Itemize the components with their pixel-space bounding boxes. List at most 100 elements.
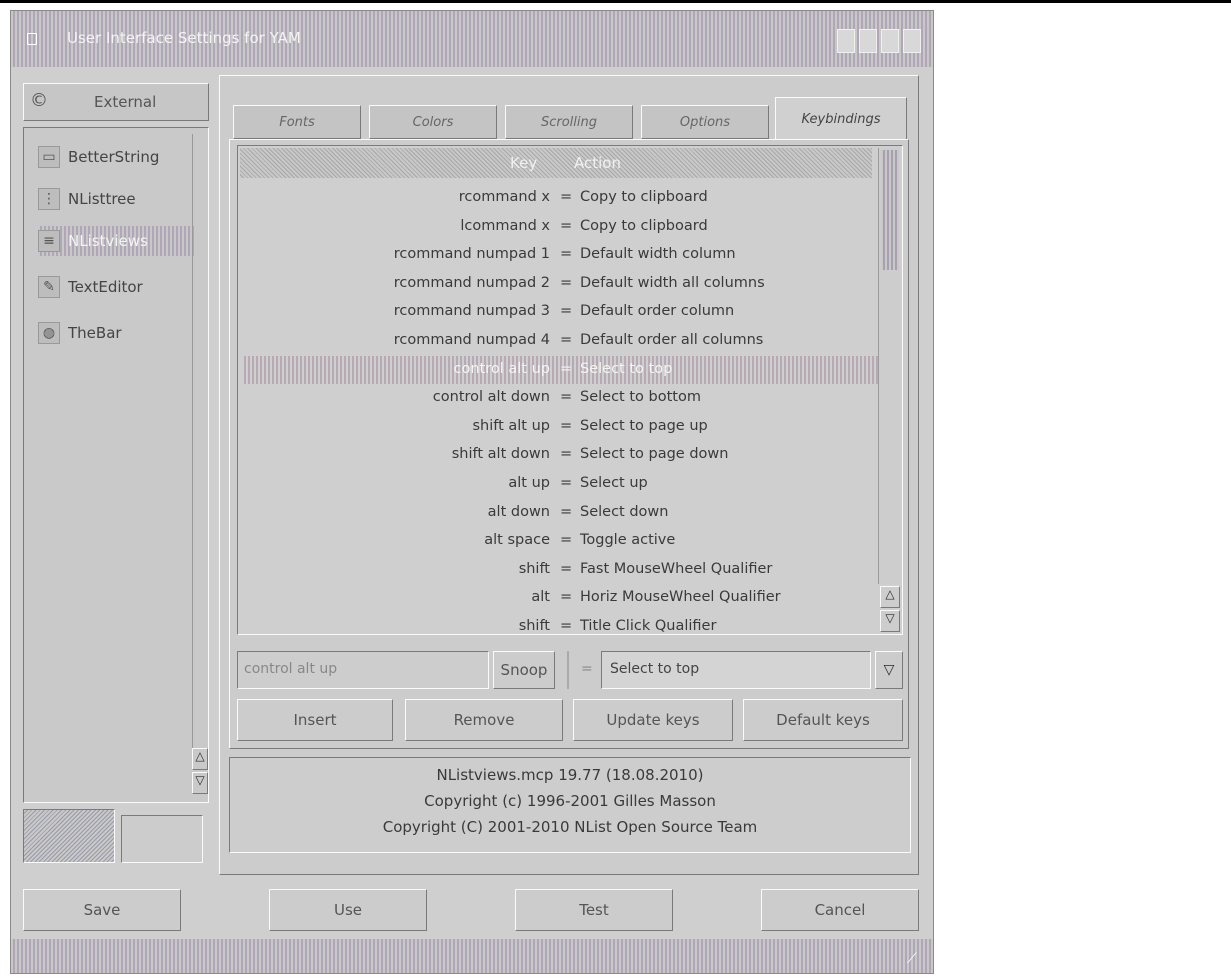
sidebar-item-thebar[interactable]: ◍ TheBar — [38, 318, 194, 348]
table-row[interactable]: rcommand x = Copy to clipboard — [242, 184, 878, 212]
tab-fonts[interactable]: Fonts — [233, 105, 361, 139]
title-bar[interactable]: User Interface Settings for YAM — [11, 11, 933, 67]
tab-colors[interactable]: Colors — [369, 105, 497, 139]
default-keys-button[interactable]: Default keys — [743, 699, 903, 741]
module-info-box: NListviews.mcp 19.77 (18.08.2010) Copyri… — [229, 757, 911, 853]
sidebar-item-betterstring[interactable]: ▭ BetterString — [38, 142, 194, 172]
key-cell: shift alt down — [451, 446, 550, 463]
remove-button[interactable]: Remove — [405, 699, 563, 741]
equals-sign: = — [560, 189, 573, 205]
sidebar-scroll-down-arrow-icon[interactable]: ▽ — [192, 772, 208, 794]
resize-grip-icon[interactable]: ⟋ — [907, 951, 925, 969]
sidebar-scroll-up-arrow-icon[interactable]: △ — [192, 748, 208, 770]
action-cell: Copy to clipboard — [580, 189, 708, 205]
column-header-action[interactable]: Action — [574, 154, 621, 172]
table-row[interactable]: shift alt down = Select to page down — [242, 441, 878, 469]
equals-sign: = — [560, 560, 573, 577]
key-cell: alt down — [487, 503, 550, 520]
key-cell: rcommand numpad 3 — [393, 303, 550, 320]
key-cell: rcommand numpad 2 — [393, 274, 550, 291]
test-button[interactable]: Test — [515, 889, 673, 931]
list-scroll-up-arrow-icon[interactable]: △ — [880, 586, 900, 608]
sidebar-item-label: NListviews — [68, 232, 148, 250]
table-row[interactable]: rcommand numpad 1 = Default width column — [242, 241, 878, 269]
action-cell: Select to page up — [580, 417, 708, 434]
equals-sign: = — [560, 475, 573, 491]
table-row[interactable]: alt down = Select down — [242, 499, 878, 527]
update-keys-button[interactable]: Update keys — [573, 699, 733, 741]
sidebar-item-texteditor[interactable]: ✎ TextEditor — [38, 272, 194, 302]
table-row[interactable]: rcommand numpad 4 = Default order all colu… — [242, 327, 878, 355]
tab-scrolling[interactable]: Scrolling — [505, 105, 633, 139]
key-string-field[interactable]: control alt up — [237, 651, 489, 689]
table-row[interactable]: shift = Title Click Qualifier — [242, 613, 878, 641]
table-row[interactable]: control alt up = Select to top — [242, 355, 878, 384]
equals-sign: = — [560, 303, 573, 320]
window-title: User Interface Settings for YAM — [67, 29, 301, 47]
equals-sign: = — [560, 274, 573, 291]
sidebar-item-label: TheBar — [68, 324, 122, 342]
close-gadget[interactable] — [27, 33, 37, 45]
action-cell: Default order all columns — [580, 332, 764, 348]
sidebar-scrollbar[interactable] — [192, 134, 206, 754]
snoop-button[interactable]: Snoop — [493, 651, 555, 689]
insert-button[interactable]: Insert — [237, 699, 393, 741]
sidebar-item-nlisttree[interactable]: ⋮ NListtree — [38, 184, 194, 214]
action-cell: Horiz MouseWheel Qualifier — [580, 589, 781, 606]
sidebar-header-label: External — [94, 93, 157, 111]
keybindings-list[interactable]: Key Action rcommand x = Copy to clipboard l… — [237, 145, 903, 635]
action-field[interactable]: Select to top — [601, 651, 871, 689]
chevron-down-icon[interactable]: ▽ — [875, 651, 903, 689]
equals-sign: = — [560, 217, 573, 234]
tab-options[interactable]: Options — [641, 105, 769, 139]
settings-window: User Interface Settings for YAM © Extern… — [10, 10, 934, 974]
equals-sign: = — [560, 417, 573, 434]
snapshot-gadget[interactable] — [859, 29, 877, 53]
pen-icon: ✎ — [38, 276, 60, 298]
sidebar-header-button[interactable]: © External — [23, 83, 209, 121]
key-cell: control alt down — [432, 389, 550, 406]
table-row[interactable]: control alt down = Select to bottom — [242, 384, 878, 412]
sidebar-item-nlistviews[interactable]: ≡ NListviews — [38, 226, 194, 256]
module-list[interactable]: ▭ BetterString ⋮ NListtree ≡ NListviews … — [23, 127, 209, 803]
tab-keybindings[interactable]: Keybindings — [775, 97, 907, 141]
sidebar-item-label: TextEditor — [68, 278, 143, 296]
copyright-line-1: Copyright (c) 1996-2001 Gilles Masson — [424, 792, 716, 810]
equals-sign: = — [560, 389, 573, 406]
equals-sign: = — [560, 246, 573, 263]
list-scroll-down-arrow-icon[interactable]: ▽ — [880, 610, 900, 632]
table-row[interactable]: shift = Fast MouseWheel Qualifier — [242, 556, 878, 584]
equals-sign: = — [560, 332, 573, 348]
table-row[interactable]: alt space = Toggle active — [242, 527, 878, 555]
use-button[interactable]: Use — [269, 889, 427, 931]
iconify-gadget[interactable] — [837, 29, 855, 53]
string-icon: ▭ — [38, 146, 60, 168]
action-cell: Title Click Qualifier — [580, 618, 717, 634]
cancel-button[interactable]: Cancel — [761, 889, 919, 931]
table-row[interactable]: lcommand x = Copy to clipboard — [242, 213, 878, 241]
action-cell: Select to bottom — [580, 389, 701, 406]
table-row[interactable]: alt = Horiz MouseWheel Qualifier — [242, 584, 878, 612]
key-cell: rcommand numpad 1 — [393, 246, 550, 263]
table-row[interactable]: rcommand numpad 3 = Default order column — [242, 298, 878, 326]
action-cell: Select up — [580, 475, 648, 491]
key-string-value: control alt up — [244, 661, 338, 677]
equals-sign: = — [560, 503, 573, 520]
depth-gadget[interactable] — [903, 29, 921, 53]
key-cell: alt space — [484, 532, 550, 549]
action-cell: Default order column — [580, 303, 735, 320]
table-row[interactable]: alt up = Select up — [242, 470, 878, 498]
key-cell: rcommand x — [458, 189, 550, 205]
sidebar-preview-box — [121, 815, 203, 863]
table-row[interactable]: shift alt up = Select to page up — [242, 413, 878, 441]
list-title-bar[interactable]: Key Action — [240, 148, 872, 178]
save-button[interactable]: Save — [23, 889, 181, 931]
table-row[interactable]: rcommand numpad 2 = Default width all colu… — [242, 270, 878, 298]
action-cell: Toggle active — [580, 532, 676, 549]
zoom-gadget[interactable] — [881, 29, 899, 53]
column-header-key[interactable]: Key — [510, 154, 537, 172]
list-scroll-thumb[interactable] — [881, 150, 899, 270]
action-cell: Select down — [580, 503, 669, 520]
list-scrollbar[interactable] — [878, 148, 900, 584]
action-cell: Copy to clipboard — [580, 217, 708, 234]
